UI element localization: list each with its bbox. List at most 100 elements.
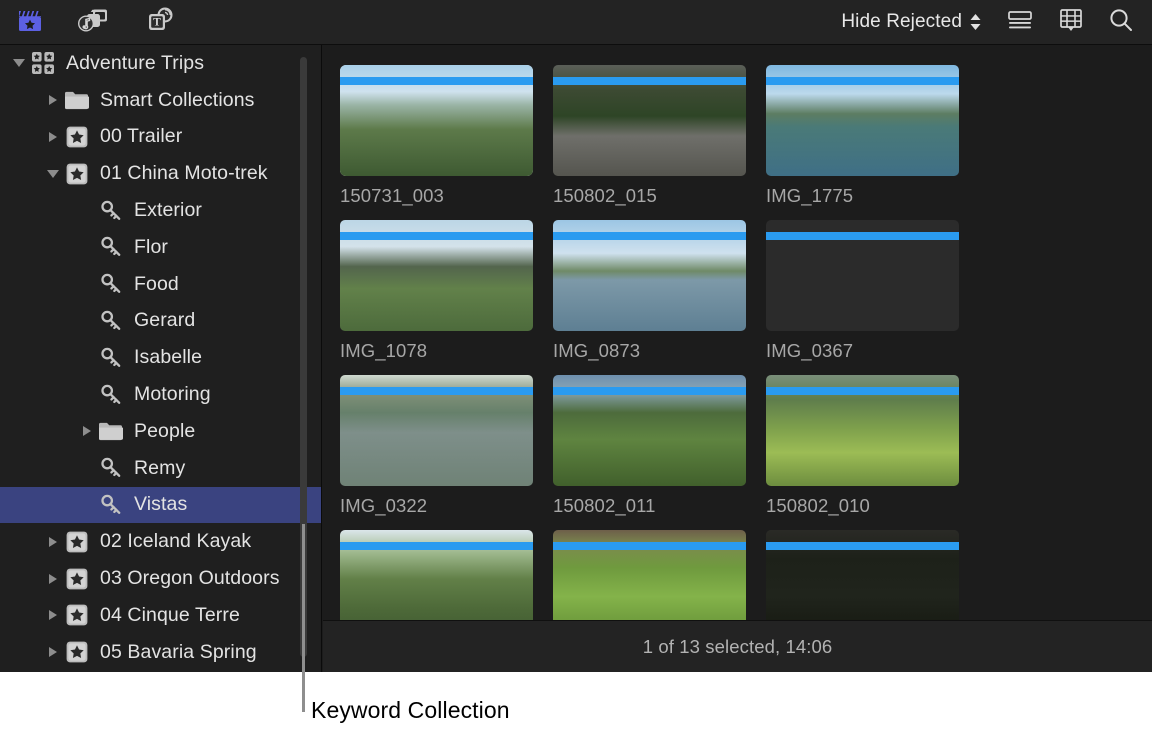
clip-name-label: 150802_015 xyxy=(553,185,657,206)
keyword-key-icon xyxy=(98,236,124,258)
keyword-marker-bar[interactable] xyxy=(766,542,959,550)
clip-item[interactable]: IMG_0322 xyxy=(340,375,533,517)
titles-generators-icon[interactable]: T xyxy=(143,5,177,40)
filmstrip-view-icon[interactable] xyxy=(1058,7,1084,38)
clip-item[interactable]: 150802_015 xyxy=(553,65,746,207)
keyword-key-icon xyxy=(98,200,124,222)
keyword-key-icon xyxy=(98,310,124,332)
folder-icon xyxy=(98,420,124,442)
sidebar-item-exterior[interactable]: Exterior xyxy=(0,192,321,229)
list-view-icon[interactable] xyxy=(1006,8,1034,37)
sidebar-item-isabelle[interactable]: Isabelle xyxy=(0,339,321,376)
disclosure-triangle-open-icon[interactable] xyxy=(42,169,64,178)
search-icon[interactable] xyxy=(1108,7,1134,38)
event-star-icon xyxy=(64,530,90,554)
toolbar-left-group: T xyxy=(0,5,177,40)
sidebar-item-smart-collections[interactable]: Smart Collections xyxy=(0,82,321,119)
sidebar-item-label: Vistas xyxy=(134,493,188,516)
disclosure-triangle-closed-icon[interactable] xyxy=(42,536,64,547)
keyword-key-icon xyxy=(98,347,124,369)
keyword-marker-bar[interactable] xyxy=(553,542,746,550)
clip-thumbnail[interactable] xyxy=(766,220,959,331)
photos-audio-icon[interactable] xyxy=(76,5,112,40)
sidebar-item-00-trailer[interactable]: 00 Trailer xyxy=(0,119,321,156)
sidebar-item-adventure-trips[interactable]: Adventure Trips xyxy=(0,45,321,82)
clip-item[interactable]: IMG_1078 xyxy=(340,220,533,362)
clip-item[interactable]: IMG_0873 xyxy=(553,220,746,362)
sidebar-item-label: 05 Bavaria Spring xyxy=(100,640,257,663)
clip-browser[interactable]: 150731_003 150802_015 IMG_1775 IMG_1078 IMG_… xyxy=(323,45,1152,672)
sidebar-item-motoring[interactable]: Motoring xyxy=(0,376,321,413)
clip-thumbnail[interactable] xyxy=(340,65,533,176)
hide-rejected-popup[interactable]: Hide Rejected xyxy=(841,11,982,33)
sidebar-item-01-china-moto-trek[interactable]: 01 China Moto-trek xyxy=(0,155,321,192)
clip-thumbnail[interactable] xyxy=(340,220,533,331)
sidebar-item-05-bavaria-spring[interactable]: 05 Bavaria Spring xyxy=(0,634,321,671)
disclosure-triangle-closed-icon[interactable] xyxy=(42,131,64,142)
selection-status-text: 1 of 13 selected, 14:06 xyxy=(642,635,833,657)
clip-name-label: IMG_1078 xyxy=(340,340,428,361)
sidebar-item-label: People xyxy=(134,419,196,442)
sidebar-item-label: Isabelle xyxy=(134,346,203,369)
sidebar-item-people[interactable]: People xyxy=(0,413,321,450)
keyword-marker-bar[interactable] xyxy=(766,77,959,85)
sidebar-item-remy[interactable]: Remy xyxy=(0,450,321,487)
keyword-marker-bar[interactable] xyxy=(340,387,533,395)
event-star-icon xyxy=(64,567,90,591)
keyword-marker-bar[interactable] xyxy=(766,232,959,240)
event-star-icon xyxy=(64,125,90,149)
clip-item[interactable]: 150802_011 xyxy=(553,375,746,517)
sidebar-item-flor[interactable]: Flor xyxy=(0,229,321,266)
disclosure-triangle-closed-icon[interactable] xyxy=(76,426,98,437)
sidebar-item-label: Gerard xyxy=(134,309,196,332)
clip-name-label: IMG_0367 xyxy=(766,340,854,361)
keyword-marker-bar[interactable] xyxy=(553,232,746,240)
clip-item[interactable]: 150731_003 xyxy=(340,65,533,207)
sidebar-item-02-iceland-kayak[interactable]: 02 Iceland Kayak xyxy=(0,523,321,560)
keyword-marker-bar[interactable] xyxy=(553,77,746,85)
clip-thumbnail[interactable] xyxy=(553,220,746,331)
keyword-marker-bar[interactable] xyxy=(340,232,533,240)
sidebar-item-04-cinque-terre[interactable]: 04 Cinque Terre xyxy=(0,597,321,634)
disclosure-triangle-closed-icon[interactable] xyxy=(42,647,64,658)
keyword-key-icon xyxy=(98,494,124,516)
sidebar-item-gerard[interactable]: Gerard xyxy=(0,303,321,340)
clip-name-label: 150802_011 xyxy=(553,495,656,516)
clip-thumbnail[interactable] xyxy=(340,375,533,486)
clip-name-label: 150731_003 xyxy=(340,185,444,206)
clip-name-label: IMG_1775 xyxy=(766,185,854,206)
keyword-key-icon xyxy=(98,273,124,295)
svg-text:T: T xyxy=(153,16,161,28)
sidebar-item-label: Remy xyxy=(134,456,186,479)
clip-item[interactable]: IMG_0367 xyxy=(766,220,959,362)
sidebar-item-label: Motoring xyxy=(134,383,211,406)
libraries-sidebar[interactable]: Adventure Trips Smart Collections 00 Trail… xyxy=(0,45,322,672)
sidebar-item-vistas[interactable]: Vistas xyxy=(0,486,321,524)
sidebar-item-label: 01 China Moto-trek xyxy=(100,162,268,185)
keyword-marker-bar[interactable] xyxy=(340,77,533,85)
clip-thumbnail[interactable] xyxy=(553,375,746,486)
keyword-marker-bar[interactable] xyxy=(340,542,533,550)
sidebar-item-03-oregon-outdoors[interactable]: 03 Oregon Outdoors xyxy=(0,560,321,597)
keyword-marker-bar[interactable] xyxy=(553,387,746,395)
final-cut-pro-window: T Hide Rejected Adventure Trips Smart Co… xyxy=(0,0,1152,672)
disclosure-triangle-closed-icon[interactable] xyxy=(42,95,64,106)
clip-thumbnail[interactable] xyxy=(766,65,959,176)
library-icon xyxy=(30,51,56,75)
clip-thumbnail[interactable] xyxy=(553,65,746,176)
disclosure-triangle-closed-icon[interactable] xyxy=(42,573,64,584)
sidebar-item-label: 03 Oregon Outdoors xyxy=(100,567,280,590)
disclosure-triangle-closed-icon[interactable] xyxy=(42,610,64,621)
clip-item[interactable]: IMG_1775 xyxy=(766,65,959,207)
clip-item[interactable]: 150802_010 xyxy=(766,375,959,517)
clip-thumbnail[interactable] xyxy=(766,375,959,486)
event-star-icon xyxy=(64,162,90,186)
sidebar-item-food[interactable]: Food xyxy=(0,266,321,303)
sidebar-item-label: 04 Cinque Terre xyxy=(100,603,240,626)
disclosure-triangle-open-icon[interactable] xyxy=(8,59,30,68)
status-bar: 1 of 13 selected, 14:06 xyxy=(323,620,1152,672)
keyword-key-icon xyxy=(98,457,124,479)
screenshot-root: T Hide Rejected Adventure Trips Smart Co… xyxy=(0,0,1152,734)
libraries-icon[interactable] xyxy=(15,5,45,40)
keyword-marker-bar[interactable] xyxy=(766,387,959,395)
